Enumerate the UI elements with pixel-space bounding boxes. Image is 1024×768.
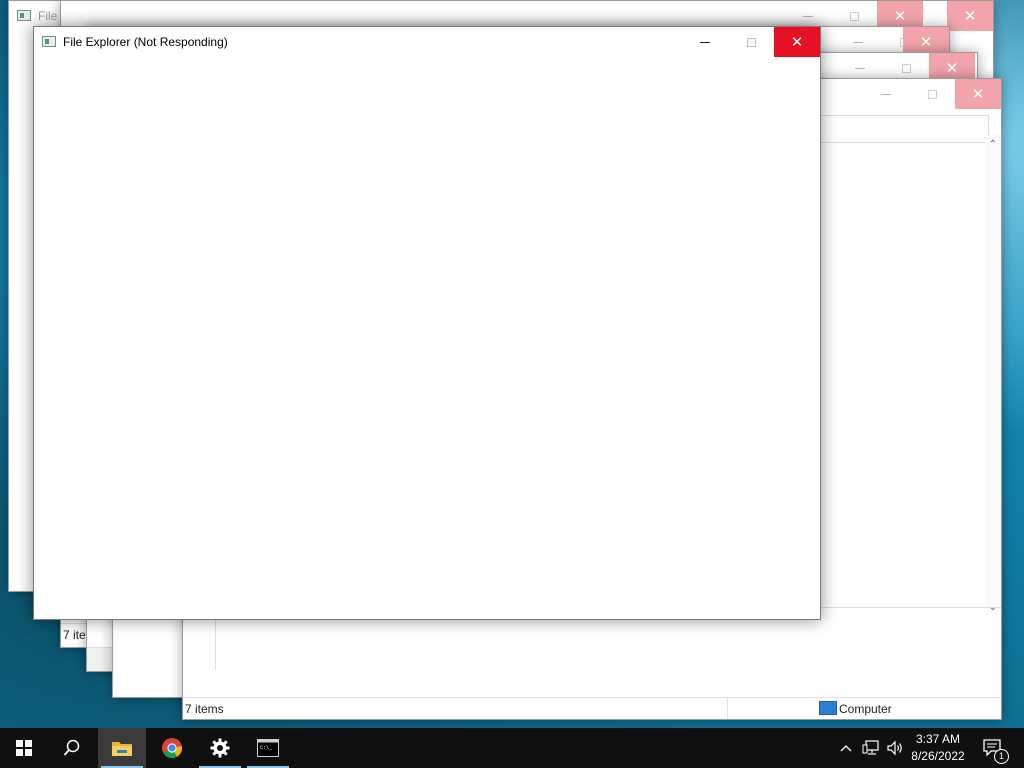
chevron-up-icon: [840, 745, 852, 752]
clock-time: 3:37 AM: [915, 732, 961, 746]
close-icon: ✕: [919, 33, 933, 51]
network-icon: [862, 740, 879, 755]
file-explorer-app-icon: [17, 10, 31, 21]
maximize-button[interactable]: [728, 27, 774, 57]
scroll-up-icon[interactable]: ⌃: [985, 139, 1001, 150]
status-divider: [727, 698, 728, 719]
maximize-icon: [746, 37, 756, 47]
show-hidden-icons-button[interactable]: [836, 728, 856, 768]
close-button[interactable]: ✕: [955, 79, 1001, 109]
maximize-icon: [849, 11, 859, 21]
taskbar-terminal[interactable]: C:\_: [244, 728, 292, 768]
computer-icon: [819, 701, 837, 715]
maximize-icon: [901, 63, 911, 73]
file-explorer-app-icon: [42, 36, 56, 47]
search-box[interactable]: [819, 115, 989, 143]
item-count: 7 items: [185, 702, 224, 716]
status-bar: 7 items Computer: [183, 697, 1001, 719]
minimize-icon: [881, 93, 891, 95]
close-icon: ✕: [963, 7, 977, 25]
close-icon: ✕: [945, 59, 959, 77]
window-title: File Explorer (Not Responding): [63, 35, 228, 49]
desktop: File Explorer ✕ ✕ ✕ 7 items ✕ ✕: [0, 0, 1024, 728]
gear-icon: [210, 738, 230, 758]
close-icon: ✕: [790, 33, 804, 51]
minimize-button[interactable]: [863, 79, 909, 109]
minimize-button[interactable]: [682, 27, 728, 57]
terminal-icon: C:\_: [257, 739, 279, 757]
explorer-window-not-responding[interactable]: File Explorer (Not Responding) ✕: [33, 26, 821, 620]
minimize-icon: [853, 41, 863, 43]
action-center-button[interactable]: 1: [978, 728, 1009, 768]
computer-label: Computer: [839, 702, 892, 716]
search-icon: [63, 739, 80, 756]
taskbar-settings[interactable]: [196, 728, 244, 768]
clock-date: 8/26/2022: [911, 749, 965, 763]
chrome-icon: [162, 738, 183, 759]
windows-logo-icon: [16, 740, 32, 756]
minimize-icon: [700, 41, 710, 43]
minimize-icon: [855, 67, 865, 69]
taskbar: C:\_ 3:37 AM 8/26/2022 1: [0, 728, 1024, 768]
maximize-button[interactable]: [909, 79, 955, 109]
minimize-icon: [803, 15, 813, 17]
start-button[interactable]: [0, 728, 48, 768]
taskbar-file-explorer[interactable]: [98, 728, 146, 768]
clock[interactable]: 3:37 AM 8/26/2022: [900, 731, 976, 765]
search-button[interactable]: [48, 728, 96, 768]
taskbar-chrome[interactable]: [148, 728, 196, 768]
vertical-scrollbar[interactable]: ⌃ ⌄: [985, 135, 1001, 615]
title-bar[interactable]: File Explorer (Not Responding) ✕: [34, 27, 820, 57]
close-icon: ✕: [893, 7, 907, 25]
close-button[interactable]: ✕: [774, 27, 820, 57]
close-icon: ✕: [971, 85, 985, 103]
folder-icon: [112, 742, 132, 756]
close-button-2[interactable]: ✕: [947, 1, 993, 31]
maximize-icon: [927, 89, 937, 99]
notification-count-badge: 1: [994, 749, 1009, 764]
network-button[interactable]: [860, 728, 882, 768]
svg-text:C:\_: C:\_: [260, 745, 273, 751]
